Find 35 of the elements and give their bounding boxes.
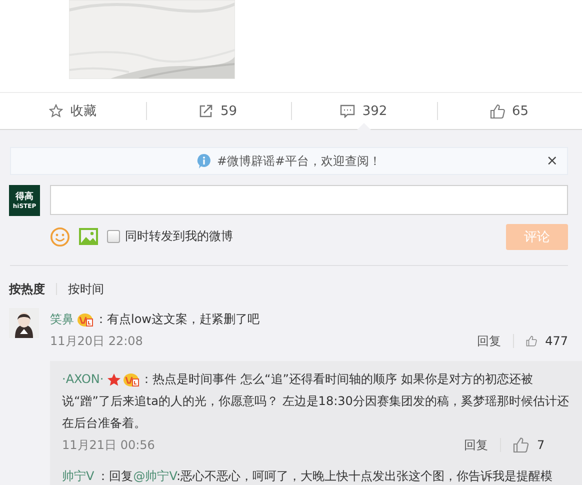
comment-text: ：有点low这文案，赶紧删了吧 — [95, 312, 260, 326]
notice-text: #微博辟谣#平台，欢迎查阅！ — [216, 152, 382, 170]
comment-text: ：热点是时间事件 怎么“追”还得看时间轴的顺序 如果你是对方的初恋还被 — [140, 372, 533, 386]
comment-icon — [340, 104, 356, 118]
checkbox-label: 同时转发到我的微博 — [125, 228, 233, 245]
comment-text: 说“蹭”了后来追ta的人的光，你愿意吗？ 左边是18:30分因赛集团发的稿，奚梦瑶那时候估计还 — [62, 393, 570, 410]
thumbs-up-icon[interactable] — [513, 437, 529, 453]
image-icon[interactable] — [79, 228, 98, 245]
sort-tab[interactable]: 按时间 — [68, 280, 104, 298]
user-name[interactable]: 笑鼻 — [50, 312, 74, 326]
star-icon — [49, 104, 64, 118]
comment-text: :恶心不恶心，呵呵了，大晚上快十点发出张这个图，你告诉我是提醒模 — [176, 469, 552, 483]
comment-text: ：回复 — [97, 469, 134, 483]
comment-text: 在后台准备着。 — [62, 415, 147, 432]
thumbs-up-icon — [490, 104, 505, 118]
favorite-action[interactable]: 收藏 — [49, 102, 96, 120]
timestamp: 11月20日 22:08 — [50, 332, 143, 350]
share-icon — [199, 104, 214, 118]
like-count: 7 — [537, 438, 545, 452]
comment-action[interactable]: 392 — [340, 104, 388, 118]
checkbox[interactable] — [107, 230, 120, 243]
avatar-text: 得高 — [16, 190, 34, 202]
timestamp: 11月21日 00:56 — [62, 436, 155, 454]
close-button[interactable]: × — [546, 153, 558, 169]
reply-button[interactable]: 回复 — [477, 332, 501, 350]
reply-button[interactable]: 回复 — [464, 436, 488, 454]
repost-action[interactable]: 59 — [199, 104, 238, 118]
thumbs-up-icon[interactable] — [526, 333, 538, 349]
user-avatar — [9, 308, 39, 338]
like-action[interactable]: 65 — [490, 104, 529, 118]
sort-tab[interactable]: 按热度 — [9, 280, 45, 298]
like-count: 477 — [545, 334, 568, 348]
comment-input[interactable] — [50, 185, 568, 215]
info-icon — [196, 154, 211, 168]
emoji-icon[interactable] — [50, 226, 70, 246]
